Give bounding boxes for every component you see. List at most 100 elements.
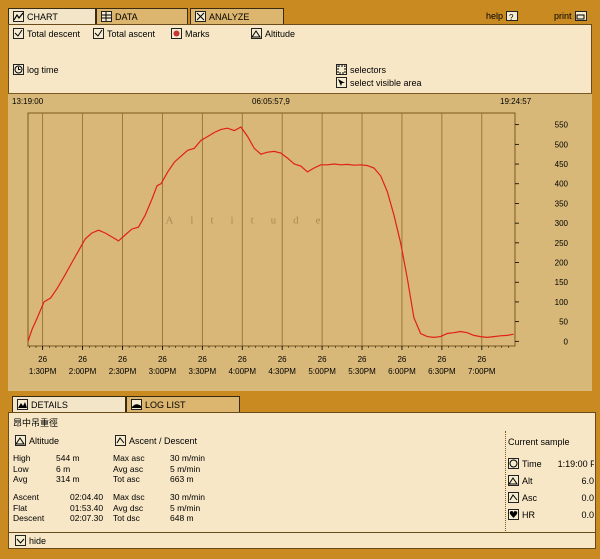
stat-value: 02:07.30 [70,513,104,523]
sample-label: Time [522,458,542,469]
stat-value: 30 m/min [170,453,205,463]
select-visible-area-option[interactable]: select visible area [336,77,422,88]
total-descent-label: Total descent [27,28,81,39]
table-row: High 544 m [13,453,83,464]
select-area-icon [336,77,347,88]
x-tick-time: 3:30PM [189,367,217,376]
y-tick-label: 400 [555,180,569,189]
stat-value: 6 m [56,463,71,474]
x-tick-day: 26 [78,355,87,364]
heart-icon [508,509,519,520]
sample-value: 6.0 [581,475,594,486]
checkbox-icon [93,28,104,39]
x-tick-day: 26 [278,355,287,364]
table-row: Avg dsc 5 m/min [113,503,208,514]
stat-value: 5 m/min [170,463,201,474]
sample-value: 0.0 [581,509,594,520]
clock-icon [13,64,24,75]
altitude-chart[interactable]: 26 1:30PM 26 2:00PM 26 2:30PM 26 3:00PM 26 3:30PM… [8,94,592,391]
stat-value: 30 m/min [170,492,205,502]
descent-stats-table: Max dsc 30 m/min Avg dsc 5 m/min Tot dsc 64… [113,492,208,524]
svg-text:?: ? [509,13,514,21]
x-tick-time: 3:00PM [149,367,177,376]
stat-value: 648 m [170,513,194,523]
x-tick-day: 26 [198,355,207,364]
table-row: Low 6 m [13,464,83,475]
log-time-option[interactable]: log time [13,64,59,75]
x-tick-day: 26 [397,355,406,364]
chart-area[interactable]: 13:19:00 06:05:57,9 19:24:57 26 1:30PM 26 2… [8,93,592,391]
x-tick-time: 7:00PM [468,367,496,376]
ascent-icon [508,492,519,503]
help-button[interactable]: help ? [486,11,519,21]
tab-chart[interactable]: CHART [8,8,96,24]
ascent-stats-table: Max asc 30 m/min Avg asc 5 m/min Tot asc 66… [113,453,208,485]
stat-value: 02:04.40 [70,492,104,502]
x-tick-time: 6:00PM [388,367,416,376]
y-tick-label: 150 [555,278,569,287]
hide-button[interactable]: hide [9,532,595,548]
table-row: Avg 314 m [13,474,83,485]
total-descent-option[interactable]: Total descent [13,28,80,39]
select-visible-area-label: select visible area [350,77,422,88]
altitude-icon [508,475,519,486]
y-tick-label: 350 [555,199,569,208]
analyze-icon [195,11,206,22]
x-tick-time: 6:30PM [428,367,456,376]
y-tick-label: 300 [555,219,569,228]
stat-label: Flat [13,502,28,513]
tab-details[interactable]: DETAILS [12,396,126,412]
altitude-section-header: Altitude [15,435,59,446]
shoe-icon [131,399,142,410]
tab-data[interactable]: DATA [96,8,188,24]
selectors-option[interactable]: selectors [336,64,386,75]
stat-label: Tot asc [113,474,140,484]
sample-label: Asc [522,492,538,503]
total-ascent-label: Total ascent [107,28,156,39]
marks-label: Marks [185,28,210,39]
sample-row-time: Time 1:19:00 P [508,455,594,472]
help-icon: ? [506,11,519,21]
ascent-descent-icon [115,435,126,446]
current-sample-list: Time 1:19:00 P Alt 6.0 Asc 0.0 HR 0.0 [508,455,594,523]
altitude-icon [251,28,262,39]
stat-label: Avg asc [113,463,144,474]
selectors-icon [336,64,347,75]
stat-label: Low [13,463,29,474]
x-tick-time: 4:00PM [228,367,256,376]
tab-chart-label: CHART [27,11,58,22]
stat-label: Ascent [13,492,39,502]
y-tick-label: 200 [555,259,569,268]
stat-label: Tot dsc [113,513,140,523]
y-tick-label: 500 [555,140,569,149]
y-tick-label: 50 [559,318,568,327]
print-label: print [554,11,572,21]
tab-log-list[interactable]: LOG LIST [126,396,240,412]
table-row: Flat 01:53.40 [13,503,106,514]
y-tick-label: 250 [555,239,569,248]
y-tick-label: 0 [564,337,569,346]
y-tick-label: 100 [555,298,569,307]
sample-row-hr: HR 0.0 [508,506,594,523]
sample-row-asc: Asc 0.0 [508,489,594,506]
marks-option[interactable]: Marks [171,28,210,39]
altitude-stats-table: High 544 m Low 6 m Avg 314 m [13,453,83,485]
log-time-label: log time [27,64,59,75]
altitude-icon [15,435,26,446]
checkbox-icon [13,28,24,39]
total-ascent-option[interactable]: Total ascent [93,28,155,39]
clock-icon [508,458,519,469]
stat-value: 314 m [56,474,80,484]
tab-log-list-label: LOG LIST [145,399,186,410]
ascdesc-section-header: Ascent / Descent [115,435,197,446]
x-tick-day: 26 [238,355,247,364]
chart-options-panel: Total descent Total ascent Marks Altitud… [8,24,592,94]
stat-label: High [13,453,31,463]
altitude-option[interactable]: Altitude [251,28,295,39]
help-label: help [486,11,504,21]
tab-analyze[interactable]: ANALYZE [190,8,284,24]
time-stats-table: Ascent 02:04.40 Flat 01:53.40 Descent 02:07… [13,492,106,524]
x-tick-day: 26 [118,355,127,364]
x-tick-time: 2:30PM [109,367,137,376]
print-button[interactable]: print [554,11,587,21]
